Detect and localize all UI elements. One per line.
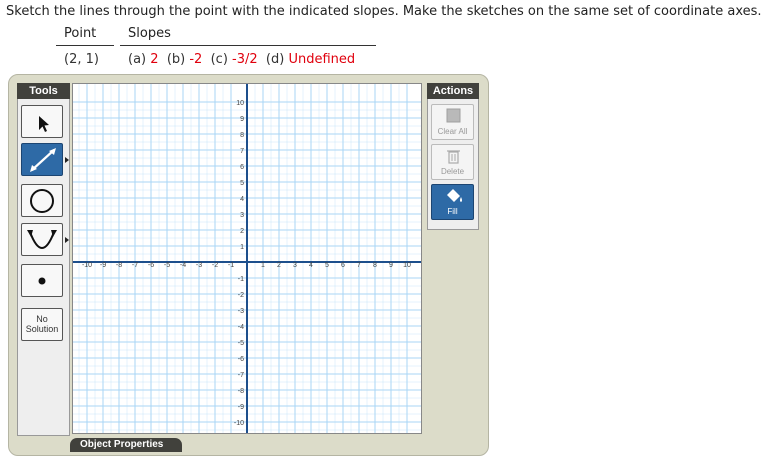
- arrow-pointer-icon: [39, 116, 49, 132]
- slopes-header: Slopes: [128, 26, 171, 41]
- fill-label: Fill: [447, 207, 458, 216]
- no-solution-button[interactable]: No Solution: [21, 308, 63, 341]
- x-tick-label: -9: [100, 262, 106, 269]
- point-icon: [38, 277, 46, 285]
- clear-all-button[interactable]: Clear All: [431, 104, 474, 140]
- x-tick-label: 6: [341, 262, 345, 269]
- parabola-tool-caret-icon[interactable]: [65, 237, 69, 243]
- x-tick-label: 1: [261, 262, 265, 269]
- slope-d-value: Undefined: [288, 52, 356, 67]
- y-tick-label: -6: [238, 356, 244, 363]
- x-tick-label: 5: [325, 262, 329, 269]
- parabola-icon: [27, 230, 57, 249]
- point-tool-button[interactable]: [21, 264, 63, 297]
- y-tick-label: 8: [240, 132, 244, 139]
- clear-all-label: Clear All: [437, 127, 468, 136]
- slopes-rule: [120, 45, 376, 46]
- x-tick-label: 2: [277, 262, 281, 269]
- y-tick-label: 9: [240, 116, 244, 123]
- y-tick-label: 6: [240, 164, 244, 171]
- circle-tool-button[interactable]: [21, 184, 63, 217]
- y-tick-label: -2: [238, 292, 244, 299]
- slope-a-label: (a): [128, 52, 147, 67]
- y-tick-label: 4: [240, 196, 244, 203]
- coordinate-grid[interactable]: -10 -9 -8 -7 -6 -5 -4 -3 -2 -1 1 2 3 4 5 6 7 8 9 10 10 9 8 7 6 5 4…: [73, 84, 421, 433]
- line-tool-button[interactable]: [21, 143, 63, 176]
- circle-icon: [30, 189, 54, 213]
- x-tick-label: -6: [148, 262, 154, 269]
- x-tick-label: -5: [164, 262, 170, 269]
- slope-d-label: (d): [265, 52, 285, 67]
- x-tick-label: -1: [228, 262, 234, 269]
- x-tick-label: -2: [212, 262, 218, 269]
- parabola-tool-button[interactable]: [21, 223, 63, 256]
- x-tick-label: -8: [116, 262, 122, 269]
- y-tick-label: -8: [238, 388, 244, 395]
- point-value: (2, 1): [64, 52, 99, 67]
- y-tick-label: 3: [240, 212, 244, 219]
- slopes-list: (a) 2 (b) -2 (c) -3/2 (d) Undefined: [128, 52, 355, 67]
- x-tick-label: -10: [82, 262, 92, 269]
- x-tick-label: 4: [309, 262, 313, 269]
- tools-title: Tools: [17, 83, 70, 99]
- point-rule: [56, 45, 114, 46]
- point-header: Point: [64, 26, 97, 41]
- x-tick-label: 3: [293, 262, 297, 269]
- fill-button[interactable]: Fill: [431, 184, 474, 220]
- y-tick-label: 2: [240, 228, 244, 235]
- fill-bucket-icon: [447, 189, 462, 202]
- y-tick-label: -4: [238, 324, 244, 331]
- delete-label: Delete: [440, 167, 465, 176]
- object-properties-tab[interactable]: Object Properties: [70, 438, 182, 452]
- select-tool-button[interactable]: [21, 105, 63, 138]
- slope-c-label: (c): [210, 52, 228, 67]
- x-tick-label: -4: [180, 262, 186, 269]
- y-tick-label: -5: [238, 340, 244, 347]
- slope-b-value: -2: [189, 52, 203, 67]
- slope-a-value: 2: [150, 52, 159, 67]
- line-tool-caret-icon[interactable]: [65, 157, 69, 163]
- y-tick-label: -1: [238, 276, 244, 283]
- x-tick-label: 8: [373, 262, 377, 269]
- coordinate-graph[interactable]: -10 -9 -8 -7 -6 -5 -4 -3 -2 -1 1 2 3 4 5 6 7 8 9 10 10 9 8 7 6 5 4…: [72, 83, 422, 434]
- slope-b-label: (b): [166, 52, 186, 67]
- y-tick-label: 5: [240, 180, 244, 187]
- problem-prompt: Sketch the lines through the point with …: [6, 4, 762, 19]
- x-tick-label: 9: [389, 262, 393, 269]
- slope-c-value: -3/2: [232, 52, 258, 67]
- clear-all-icon: [446, 108, 461, 123]
- x-tick-label: 10: [403, 262, 411, 269]
- delete-button[interactable]: Delete: [431, 144, 474, 180]
- actions-title: Actions: [427, 83, 479, 99]
- y-tick-label: 10: [236, 100, 244, 107]
- y-tick-label: -10: [234, 420, 244, 427]
- line-icon: [30, 148, 56, 172]
- x-tick-label: -3: [196, 262, 202, 269]
- y-tick-label: -3: [238, 308, 244, 315]
- x-tick-label: -7: [132, 262, 138, 269]
- x-tick-label: 7: [357, 262, 361, 269]
- y-tick-label: 1: [240, 244, 244, 251]
- trash-icon: [447, 150, 460, 164]
- y-tick-label: -7: [238, 372, 244, 379]
- y-tick-label: -9: [238, 404, 244, 411]
- y-tick-label: 7: [240, 148, 244, 155]
